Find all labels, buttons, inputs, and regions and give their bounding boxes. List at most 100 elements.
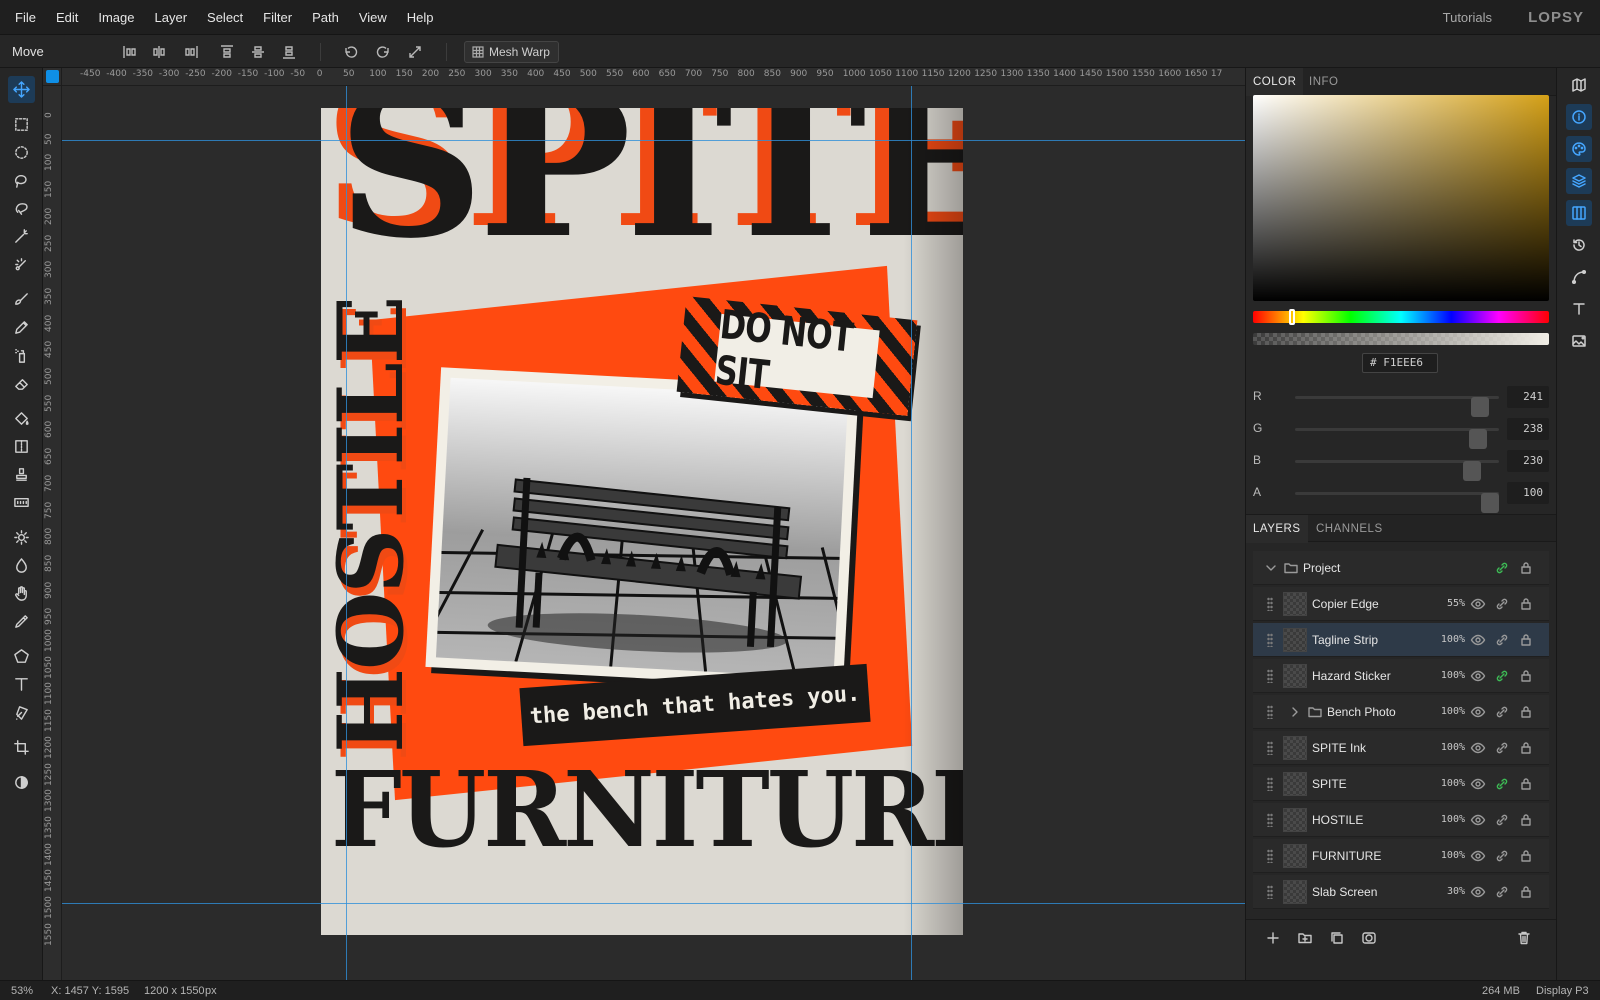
eye-icon[interactable] (1470, 812, 1486, 828)
add-layer-icon[interactable] (1265, 930, 1283, 948)
drag-handle-icon[interactable] (1267, 813, 1273, 827)
layer-opacity[interactable]: 55% (1447, 587, 1465, 621)
menu-view[interactable]: View (349, 0, 397, 35)
layer-opacity[interactable]: 100% (1441, 731, 1465, 765)
guide-horizontal[interactable] (62, 140, 1245, 141)
lasso-icon[interactable] (8, 167, 35, 194)
magnetic-lasso-icon[interactable] (8, 195, 35, 222)
info-icon[interactable] (1566, 104, 1592, 130)
dodge-icon[interactable] (8, 524, 35, 551)
layer-row[interactable]: HOSTILE 100% (1253, 803, 1549, 837)
eye-icon[interactable] (1470, 704, 1486, 720)
align-left-icon[interactable] (119, 41, 141, 63)
drag-handle-icon[interactable] (1267, 777, 1273, 791)
brush-icon[interactable] (8, 286, 35, 313)
layer-opacity[interactable]: 100% (1441, 695, 1465, 729)
lock-icon[interactable] (1518, 668, 1534, 684)
lock-icon[interactable] (1518, 812, 1534, 828)
link-icon[interactable] (1494, 560, 1510, 576)
layer-opacity[interactable]: 30% (1447, 875, 1465, 909)
channel-value[interactable]: 100 (1507, 482, 1549, 504)
eye-icon[interactable] (1470, 776, 1486, 792)
menu-filter[interactable]: Filter (253, 0, 302, 35)
hue-slider[interactable] (1253, 309, 1549, 325)
chevron-right-icon[interactable] (1287, 704, 1303, 720)
guide-vertical[interactable] (346, 86, 347, 980)
menu-help[interactable]: Help (397, 0, 444, 35)
ellipse-select-icon[interactable] (8, 139, 35, 166)
mask-toggle-icon[interactable] (8, 769, 35, 796)
align-right-icon[interactable] (180, 41, 202, 63)
layers-icon[interactable] (1566, 168, 1592, 194)
drag-handle-icon[interactable] (1267, 597, 1273, 611)
drag-handle-icon[interactable] (1267, 633, 1273, 647)
document-canvas[interactable]: SPITE SPITE HOSTILE HOSTILE DO NOT SIT t… (321, 108, 963, 935)
eye-icon[interactable] (1470, 632, 1486, 648)
layer-row[interactable]: Slab Screen 30% (1253, 875, 1549, 909)
tab-info[interactable]: INFO (1302, 68, 1345, 96)
layer-opacity[interactable]: 100% (1441, 623, 1465, 657)
move-tool-icon[interactable] (8, 76, 35, 103)
hue-slider-handle[interactable] (1289, 309, 1295, 325)
layer-row[interactable]: SPITE Ink 100% (1253, 731, 1549, 765)
hex-input[interactable]: # F1EEE6 (1362, 353, 1438, 373)
duplicate-layer-icon[interactable] (1329, 930, 1347, 948)
lock-icon[interactable] (1518, 596, 1534, 612)
stamp-icon[interactable] (8, 461, 35, 488)
saturation-value-picker[interactable] (1253, 95, 1549, 301)
lock-icon[interactable] (1518, 560, 1534, 576)
lock-icon[interactable] (1518, 776, 1534, 792)
new-group-icon[interactable] (1297, 930, 1315, 948)
ruler-corner[interactable] (43, 68, 62, 86)
navigator-icon[interactable] (1566, 72, 1592, 98)
blur-drop-icon[interactable] (8, 552, 35, 579)
eyedropper-icon[interactable] (8, 608, 35, 635)
lock-icon[interactable] (1518, 632, 1534, 648)
rotate-cw-icon[interactable] (372, 41, 394, 63)
layer-mask-icon[interactable] (1361, 930, 1379, 948)
layer-opacity[interactable]: 100% (1441, 839, 1465, 873)
channel-slider-knob[interactable] (1462, 461, 1481, 481)
link-icon[interactable] (1494, 812, 1510, 828)
link-icon[interactable] (1494, 848, 1510, 864)
palette-icon[interactable] (1566, 136, 1592, 162)
type-icon[interactable] (8, 671, 35, 698)
eye-icon[interactable] (1470, 668, 1486, 684)
drag-handle-icon[interactable] (1267, 705, 1273, 719)
paint-bucket-icon[interactable] (8, 405, 35, 432)
eraser-icon[interactable] (8, 370, 35, 397)
horizontal-ruler[interactable]: -450 -400 -350 -300 -250 -200 -150 -100 -50 0 50 10… (62, 68, 1245, 86)
channels-icon[interactable] (1566, 200, 1592, 226)
link-icon[interactable] (1494, 596, 1510, 612)
tutorials-link[interactable]: Tutorials (1443, 0, 1492, 35)
align-top-icon[interactable] (216, 41, 238, 63)
link-icon[interactable] (1494, 704, 1510, 720)
layer-row[interactable]: Tagline Strip 100% (1253, 623, 1549, 657)
eye-icon[interactable] (1470, 596, 1486, 612)
pen-icon[interactable] (8, 699, 35, 726)
canvas-area[interactable]: SPITE SPITE HOSTILE HOSTILE DO NOT SIT t… (62, 86, 1245, 980)
link-icon[interactable] (1494, 884, 1510, 900)
rect-select-icon[interactable] (8, 111, 35, 138)
spray-icon[interactable] (8, 342, 35, 369)
mesh-warp-button[interactable]: Mesh Warp (464, 41, 559, 63)
channel-value[interactable]: 230 (1507, 450, 1549, 472)
eye-icon[interactable] (1470, 740, 1486, 756)
crop-icon[interactable] (8, 734, 35, 761)
expand-icon[interactable] (404, 41, 426, 63)
layer-row[interactable]: Bench Photo 100% (1253, 695, 1549, 729)
menu-edit[interactable]: Edit (46, 0, 88, 35)
layer-row[interactable]: Hazard Sticker 100% (1253, 659, 1549, 693)
gradient-icon[interactable] (8, 433, 35, 460)
align-bottom-icon[interactable] (278, 41, 300, 63)
link-icon[interactable] (1494, 632, 1510, 648)
layer-row[interactable]: SPITE 100% (1253, 767, 1549, 801)
eye-icon[interactable] (1470, 848, 1486, 864)
hand-icon[interactable] (8, 580, 35, 607)
menu-image[interactable]: Image (88, 0, 144, 35)
link-icon[interactable] (1494, 668, 1510, 684)
alpha-slider[interactable] (1253, 333, 1549, 345)
tab-channels[interactable]: CHANNELS (1309, 515, 1390, 543)
lock-icon[interactable] (1518, 704, 1534, 720)
lock-icon[interactable] (1518, 884, 1534, 900)
